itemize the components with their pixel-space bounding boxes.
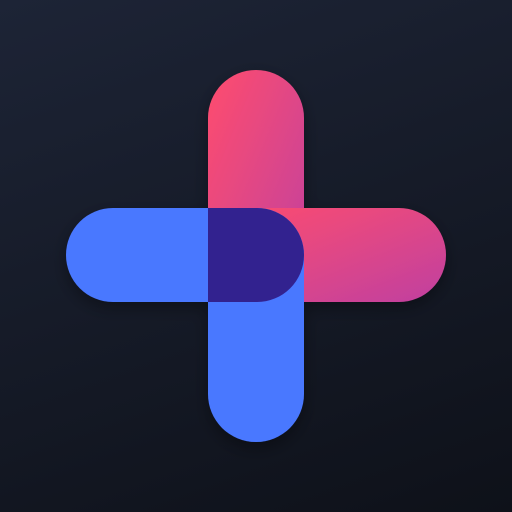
overlap-center [208, 208, 304, 302]
app-icon-canvas [0, 0, 512, 512]
plus-cross-logo-icon [66, 70, 446, 442]
